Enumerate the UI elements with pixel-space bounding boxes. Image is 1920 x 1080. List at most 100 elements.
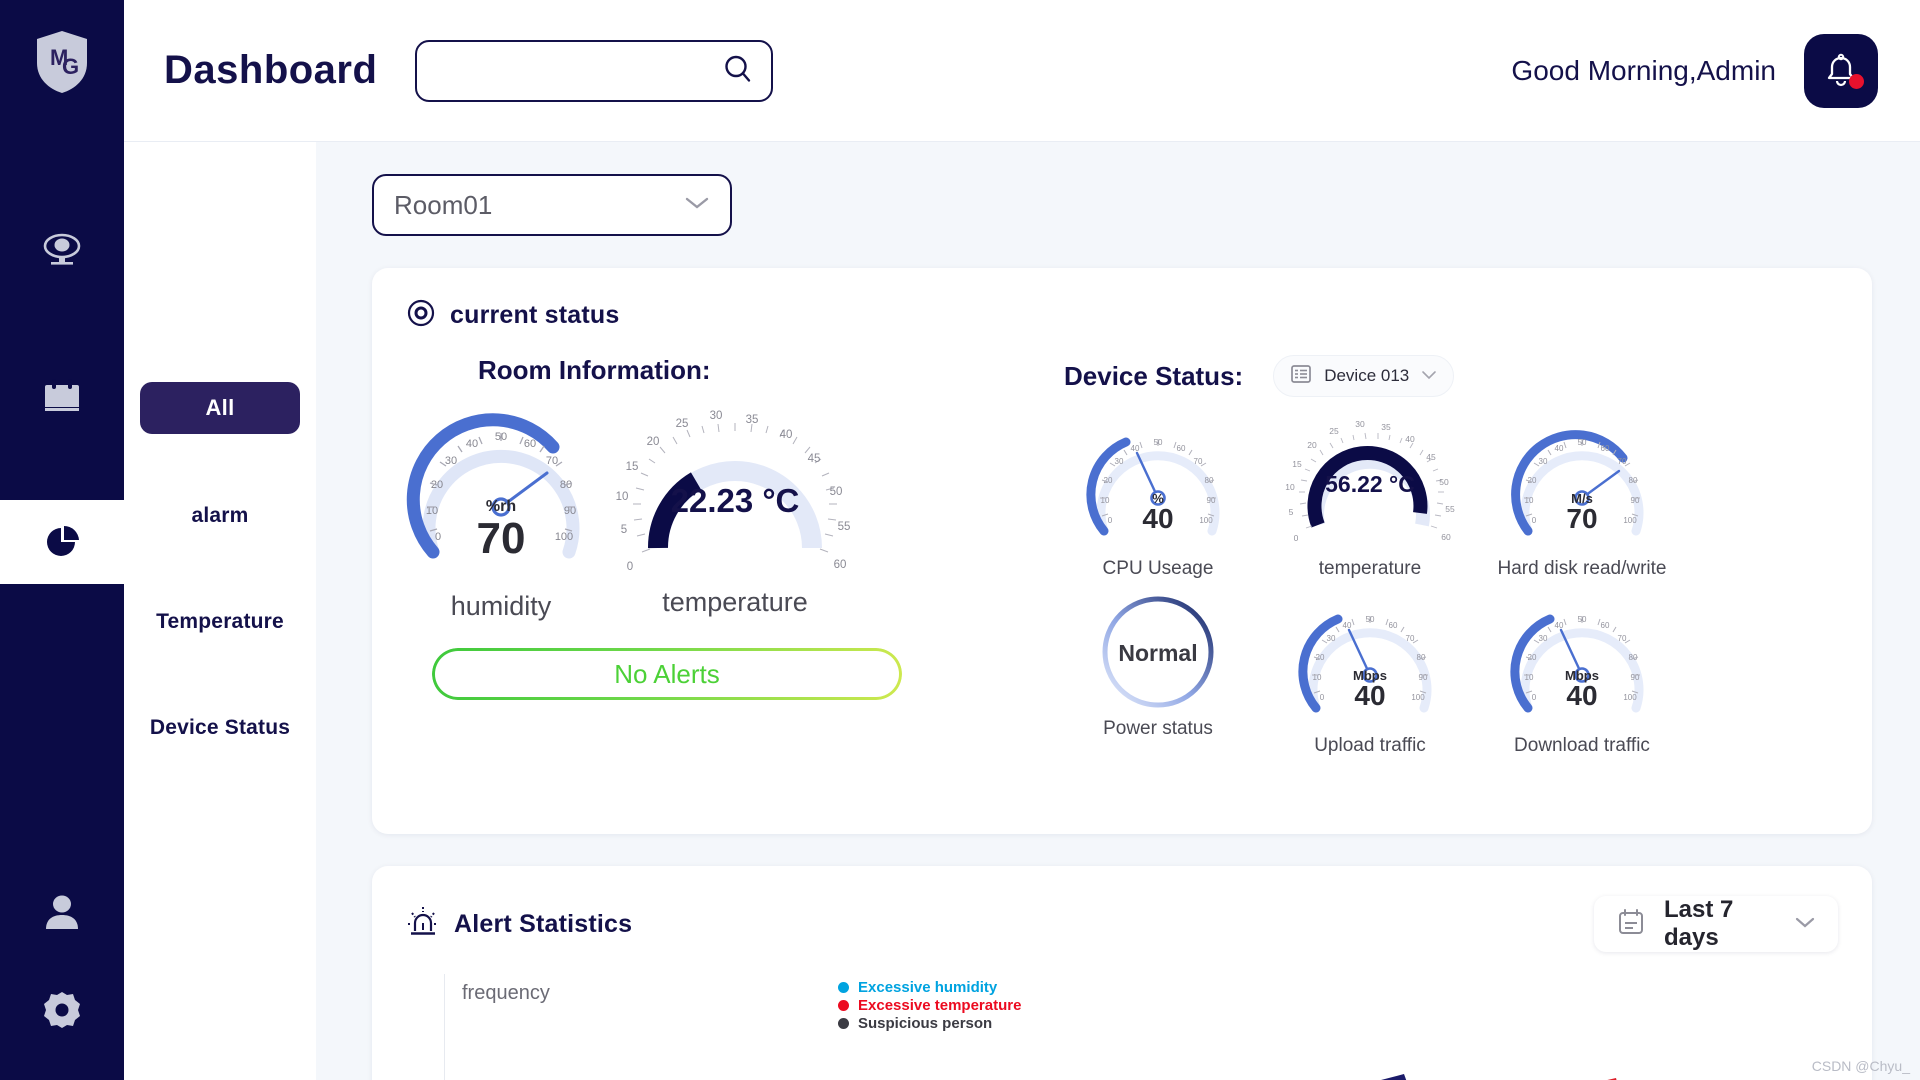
svg-text:60: 60 bbox=[1601, 444, 1610, 453]
siren-icon bbox=[406, 905, 440, 944]
upload-traffic-value: 40 bbox=[1354, 680, 1386, 711]
svg-text:15: 15 bbox=[1292, 459, 1302, 469]
svg-text:40: 40 bbox=[1343, 621, 1352, 630]
legend-item: Suspicious person bbox=[838, 1014, 1021, 1032]
search-input[interactable] bbox=[417, 41, 772, 100]
notification-badge-dot bbox=[1849, 73, 1864, 89]
humidity-caption: humidity bbox=[450, 591, 552, 621]
search-box[interactable] bbox=[415, 39, 774, 102]
monitoring-icon bbox=[43, 233, 81, 265]
svg-text:60: 60 bbox=[1601, 621, 1610, 630]
power-status-cell: Normal Power status bbox=[1064, 590, 1252, 757]
cpu-usage-gauge: 0 10 20 30 40 50 60 70 80 90 100 % 40 bbox=[1082, 413, 1234, 556]
svg-text:30: 30 bbox=[1355, 419, 1365, 429]
current-status-card: current status Room Information: 0 10 20… bbox=[372, 268, 1872, 834]
chart-plot-area bbox=[1286, 1044, 1706, 1080]
cpu-usage-cell: 0 10 20 30 40 50 60 70 80 90 100 % 40 CP… bbox=[1064, 413, 1252, 580]
shield-logo-icon: M G bbox=[37, 31, 87, 93]
device-selector[interactable]: Device 013 bbox=[1273, 355, 1455, 397]
device-temperature-gauge: 0 5 10 15 20 25 30 35 40 45 50 55 60 56.… bbox=[1280, 413, 1460, 556]
chart-y-axis bbox=[444, 974, 445, 1080]
device-status-label: Device Status: bbox=[1064, 360, 1244, 391]
svg-text:30: 30 bbox=[1115, 457, 1124, 466]
current-status-body: Room Information: 0 10 20 30 40 50 60 70… bbox=[406, 355, 1838, 757]
chevron-down-icon bbox=[1794, 915, 1816, 934]
svg-text:0: 0 bbox=[1294, 533, 1299, 543]
cpu-usage-value: 40 bbox=[1142, 503, 1174, 534]
svg-text:45: 45 bbox=[808, 453, 821, 465]
alert-statistics-card: Alert Statistics Last 7 days frequency E… bbox=[372, 866, 1872, 1080]
svg-text:40: 40 bbox=[466, 438, 478, 450]
svg-text:35: 35 bbox=[1381, 422, 1391, 432]
alert-statistics-title: Alert Statistics bbox=[454, 909, 633, 938]
no-alerts-banner[interactable]: No Alerts bbox=[432, 648, 902, 700]
legend-label: Excessive temperature bbox=[858, 996, 1022, 1014]
svg-text:40: 40 bbox=[1131, 444, 1140, 453]
svg-text:40: 40 bbox=[780, 429, 793, 441]
room-temperature-caption: temperature bbox=[662, 587, 808, 617]
svg-text:40: 40 bbox=[1555, 621, 1564, 630]
search-icon[interactable] bbox=[723, 53, 753, 88]
current-status-header: current status bbox=[406, 298, 1838, 333]
svg-text:55: 55 bbox=[838, 521, 851, 533]
room-gauges: 0 10 20 30 40 50 60 70 80 90 100 %rh 70 … bbox=[406, 400, 1046, 622]
svg-text:40: 40 bbox=[1555, 444, 1564, 453]
device-temperature-value: 56.22 °C bbox=[1325, 471, 1415, 497]
room-selector-value: Room01 bbox=[394, 189, 493, 220]
chevron-down-icon bbox=[1421, 367, 1437, 385]
user-icon bbox=[46, 895, 78, 929]
download-traffic-caption: Download traffic bbox=[1514, 735, 1650, 756]
notifications-button[interactable] bbox=[1804, 33, 1878, 108]
humidity-gauge: 0 10 20 30 40 50 60 70 80 90 100 %rh 70 … bbox=[406, 400, 596, 622]
svg-text:60: 60 bbox=[1177, 444, 1186, 453]
no-alerts-label: No Alerts bbox=[614, 658, 720, 689]
current-status-title: current status bbox=[450, 301, 620, 329]
sidebar-filter-device-status[interactable]: Device Status bbox=[124, 702, 316, 754]
room-information-section: Room Information: 0 10 20 30 40 50 60 70… bbox=[406, 355, 1046, 757]
device-selector-value: Device 013 bbox=[1324, 366, 1410, 385]
svg-text:30: 30 bbox=[710, 410, 723, 422]
room-selector[interactable]: Room01 bbox=[372, 174, 732, 236]
svg-text:70: 70 bbox=[1194, 457, 1203, 466]
sidebar-filter-all[interactable]: All bbox=[140, 382, 300, 434]
sidebar-item-monitoring[interactable] bbox=[0, 208, 124, 292]
hard-disk-cell: 0 10 20 30 40 50 60 70 80 90 100 M/s 70 … bbox=[1488, 413, 1676, 580]
power-status-ring: Normal bbox=[1082, 590, 1234, 716]
sidebar-filter-temperature[interactable]: Temperature bbox=[124, 596, 316, 648]
svg-text:35: 35 bbox=[746, 414, 759, 426]
download-traffic-cell: 0 10 20 30 40 50 60 70 80 90 100 Mbps 40… bbox=[1488, 590, 1676, 757]
svg-text:5: 5 bbox=[1289, 507, 1294, 517]
svg-text:0: 0 bbox=[627, 561, 633, 573]
main-content: Room01 current status Room Information: … bbox=[316, 142, 1920, 1080]
svg-text:30: 30 bbox=[445, 455, 457, 467]
legend-item: Excessive humidity bbox=[838, 978, 1021, 996]
power-status-value: Normal bbox=[1118, 639, 1198, 666]
alert-statistics-chart: frequency Excessive humidity Excessive t… bbox=[406, 974, 1838, 1080]
sidebar-filter-alarm[interactable]: alarm bbox=[124, 490, 316, 542]
sidebar-item-calendar[interactable] bbox=[0, 354, 124, 438]
dashboard-page: M G All alarm Temperature Device Status … bbox=[0, 0, 1920, 1080]
hard-disk-value: 70 bbox=[1566, 503, 1598, 534]
date-range-selector[interactable]: Last 7 days bbox=[1594, 896, 1838, 952]
svg-text:70: 70 bbox=[1618, 457, 1627, 466]
alert-statistics-header: Alert Statistics Last 7 days bbox=[406, 896, 1838, 952]
cpu-usage-caption: CPU Useage bbox=[1102, 558, 1214, 579]
greeting-text: Good Morning,Admin bbox=[1511, 54, 1776, 86]
chart-legend: Excessive humidity Excessive temperature… bbox=[838, 978, 1021, 1032]
sidebar-item-analytics[interactable] bbox=[0, 500, 124, 584]
legend-label: Excessive humidity bbox=[858, 978, 998, 996]
app-logo[interactable]: M G bbox=[0, 0, 124, 124]
chart-y-axis-label: frequency bbox=[462, 982, 550, 1004]
download-traffic-value: 40 bbox=[1566, 680, 1598, 711]
legend-label: Suspicious person bbox=[858, 1014, 993, 1032]
upload-traffic-caption: Upload traffic bbox=[1314, 735, 1426, 756]
svg-text:15: 15 bbox=[626, 461, 639, 473]
svg-text:20: 20 bbox=[647, 436, 660, 448]
svg-text:55: 55 bbox=[1445, 504, 1455, 514]
date-range-value: Last 7 days bbox=[1664, 896, 1734, 951]
room-temperature-gauge: 0 5 10 15 20 25 30 35 40 45 50 55 60 22.… bbox=[606, 400, 864, 622]
room-temperature-value: 22.23 °C bbox=[670, 482, 800, 519]
sidebar-item-settings[interactable] bbox=[0, 968, 124, 1052]
svg-text:30: 30 bbox=[1327, 634, 1336, 643]
sidebar-item-account[interactable] bbox=[0, 870, 124, 954]
